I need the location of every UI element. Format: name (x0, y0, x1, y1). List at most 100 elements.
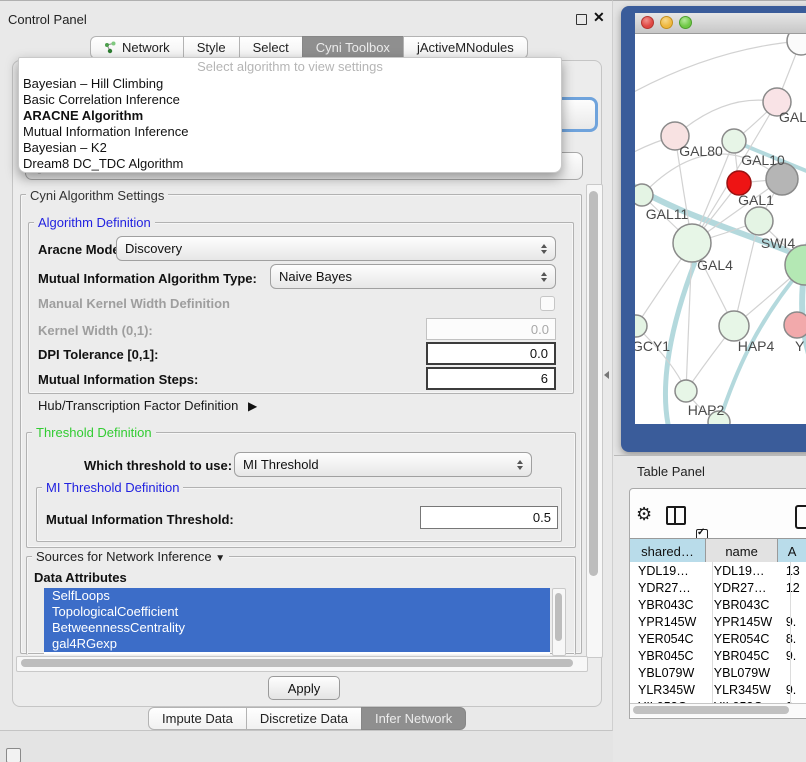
attribute-list-item[interactable]: SelfLoops (44, 588, 550, 604)
attribute-list-item[interactable]: BetweennessCentrality (44, 620, 550, 636)
dpi-tolerance-field[interactable]: 0.0 (426, 342, 556, 365)
network-node[interactable] (722, 129, 746, 153)
manual-kernel-checkbox[interactable] (540, 296, 555, 311)
mi-type-combo[interactable]: Naive Bayes (270, 264, 556, 289)
mi-threshold-label: Mutual Information Threshold: (46, 512, 234, 527)
algorithm-list-item[interactable]: Mutual Information Inference (19, 124, 561, 140)
dock-panel-icon[interactable] (6, 748, 21, 762)
column-header-name[interactable]: name (706, 539, 778, 563)
split-pane-collapse-arrow[interactable] (604, 371, 609, 379)
algorithm-list-item[interactable]: Bayesian – Hill Climbing (19, 76, 561, 92)
scrollbar-thumb[interactable] (633, 706, 789, 714)
network-node-label: GAL1 (738, 192, 774, 208)
table-cell: 9. (778, 683, 806, 697)
group-title: Cyni Algorithm Settings (26, 188, 168, 203)
algorithm-list: Bayesian – Hill ClimbingBasic Correlatio… (19, 76, 561, 172)
table-panel-divider (614, 455, 806, 456)
column-header-partial[interactable]: A (778, 539, 806, 563)
minimize-traffic-light[interactable] (660, 16, 673, 29)
table-row[interactable]: YBR043CYBR043C (630, 596, 806, 613)
attribute-list-item[interactable]: TopologicalCoefficient (44, 604, 550, 620)
network-icon (104, 41, 117, 54)
table-row[interactable]: YDR27…YDR27…12 (630, 579, 806, 596)
spinner-arrows-icon (517, 460, 523, 470)
mi-steps-field[interactable]: 6 (426, 367, 556, 390)
apply-button[interactable]: Apply (268, 676, 340, 700)
table-cell: 13 (778, 564, 806, 578)
table-row[interactable]: YBR045CYBR045C9. (630, 647, 806, 664)
scrollbar-thumb[interactable] (589, 191, 598, 576)
network-node-label: GAL10 (741, 152, 785, 168)
table-row[interactable]: YDL19…YDL19…13 (630, 562, 806, 579)
table-horizontal-scrollbar[interactable] (630, 703, 806, 717)
network-node-label: GAL80 (679, 143, 723, 159)
float-panel-icon[interactable] (576, 14, 587, 25)
hub-definition-expander[interactable]: Hub/Transcription Factor Definition ▶ (38, 398, 257, 413)
column-header-shared-name[interactable]: shared… (630, 539, 706, 563)
table-body: YDL19…YDL19…13YDR27…YDR27…12YBR043CYBR04… (630, 562, 806, 703)
manual-kernel-label: Manual Kernel Width Definition (38, 296, 230, 311)
dpi-tolerance-label: DPI Tolerance [0,1]: (38, 347, 158, 362)
network-node[interactable] (635, 184, 653, 206)
table-cell: YLR345W (630, 683, 706, 697)
which-threshold-combo[interactable]: MI Threshold (234, 452, 532, 477)
tab-discretize-data[interactable]: Discretize Data (246, 707, 362, 730)
mi-type-label: Mutual Information Algorithm Type: (38, 271, 257, 286)
zoom-traffic-light[interactable] (679, 16, 692, 29)
scrollbar-thumb[interactable] (21, 659, 573, 667)
tab-network[interactable]: Network (90, 36, 184, 59)
scrollbar-thumb[interactable] (555, 593, 562, 641)
close-traffic-light[interactable] (641, 16, 654, 29)
table-row[interactable]: YLR345WYLR345W9. (630, 681, 806, 698)
column-layout-icon[interactable] (666, 506, 686, 525)
network-canvas[interactable]: GALGAL80GAL10GAL1GAL11GAL4SWI4GCY1HAP4YH… (635, 34, 806, 424)
group-title: MI Threshold Definition (42, 480, 183, 495)
algorithm-list-item[interactable]: Basic Correlation Inference (19, 92, 561, 108)
network-node[interactable] (635, 315, 647, 337)
network-node-label: HAP4 (738, 338, 775, 354)
table-row[interactable]: YBL079WYBL079W (630, 664, 806, 681)
new-table-document-icon[interactable] (795, 505, 806, 529)
network-node[interactable] (784, 312, 806, 338)
table-header-row: shared… name A (630, 538, 806, 564)
network-node[interactable] (675, 380, 697, 402)
table-panel-title: Table Panel (637, 464, 705, 479)
table-row[interactable]: YPR145WYPR145W9. (630, 613, 806, 630)
algorithm-list-item[interactable]: Dream8 DC_TDC Algorithm (19, 156, 561, 172)
network-node[interactable] (719, 311, 749, 341)
algorithm-list-item[interactable]: ARACNE Algorithm (19, 108, 561, 124)
network-node-label: GAL4 (697, 257, 733, 273)
tab-style[interactable]: Style (183, 36, 240, 59)
network-window-titlebar[interactable] (635, 13, 806, 34)
tab-cyni-toolbox[interactable]: Cyni Toolbox (302, 36, 404, 59)
settings-vertical-scrollbar[interactable] (586, 184, 603, 658)
network-node-label: HAP2 (688, 402, 725, 418)
network-node-label: SWI4 (761, 235, 795, 251)
tab-label: jActiveMNodules (417, 40, 514, 55)
tab-select[interactable]: Select (239, 36, 303, 59)
aracne-mode-combo[interactable]: Discovery (116, 236, 556, 261)
kernel-width-field[interactable]: 0.0 (426, 318, 556, 340)
table-cell: YBL079W (706, 666, 778, 680)
table-cell: YBL079W (630, 666, 706, 680)
data-attributes-list[interactable]: SelfLoopsTopologicalCoefficientBetweenne… (44, 588, 550, 654)
tab-infer-network[interactable]: Infer Network (361, 707, 466, 730)
close-panel-icon[interactable]: ✕ (593, 9, 605, 26)
algorithm-list-item[interactable]: Bayesian – K2 (19, 140, 561, 156)
table-cell: YBR043C (706, 598, 778, 612)
network-graph: GALGAL80GAL10GAL1GAL11GAL4SWI4GCY1HAP4YH… (635, 34, 806, 424)
settings-horizontal-scrollbar[interactable] (16, 656, 588, 672)
table-row[interactable]: YER054CYER054C8. (630, 630, 806, 647)
table-settings-gear-icon[interactable]: ⚙ (636, 505, 652, 523)
table-cell: 12 (778, 581, 806, 595)
network-node[interactable] (745, 207, 773, 235)
tab-impute-data[interactable]: Impute Data (148, 707, 247, 730)
attribute-list-item[interactable]: gal4RGexp (44, 636, 550, 652)
tab-jactivemnodules[interactable]: jActiveMNodules (403, 36, 528, 59)
group-title: Algorithm Definition (34, 215, 155, 230)
network-node[interactable] (787, 34, 806, 55)
mi-threshold-field[interactable]: 0.5 (420, 506, 558, 529)
attributes-list-scrollbar[interactable] (552, 588, 566, 656)
sources-group-header[interactable]: Sources for Network Inference ▼ (32, 549, 229, 564)
tab-label: Impute Data (162, 711, 233, 726)
